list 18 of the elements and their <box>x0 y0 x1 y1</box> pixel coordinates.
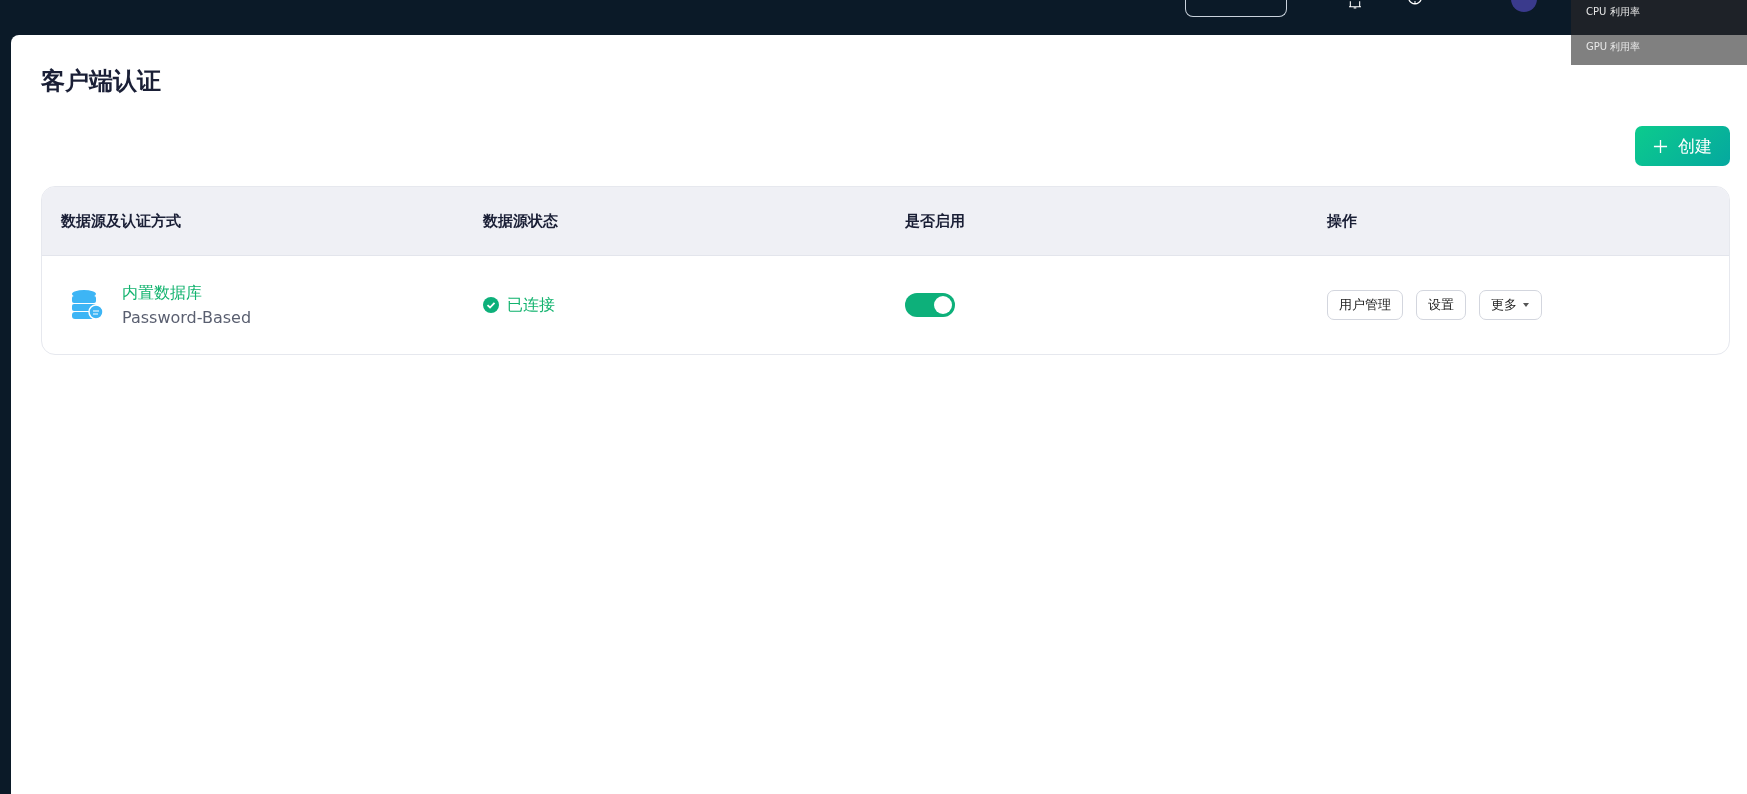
page-title: 客户端认证 <box>41 66 162 97</box>
auth-method: Password-Based <box>122 308 252 327</box>
column-header: 数据源及认证方式 <box>61 211 182 231</box>
more-dropdown-button[interactable]: 更多 <box>1479 290 1542 320</box>
caret-icon <box>1522 301 1530 309</box>
column-header: 数据源状态 <box>483 211 559 231</box>
cpu-usage-label: CPU 利用率 <box>1586 5 1640 19</box>
plus-icon <box>1653 138 1668 154</box>
column-header: 是否启用 <box>905 211 966 231</box>
database-icon <box>70 288 104 322</box>
action-button[interactable]: 用户管理 <box>1327 290 1403 320</box>
check-circle-icon <box>483 297 499 313</box>
action-button[interactable]: 设置 <box>1416 290 1466 320</box>
enable-toggle[interactable] <box>905 293 955 317</box>
status-label: 已连接 <box>507 294 555 316</box>
gpu-usage-label: GPU 利用率 <box>1586 40 1641 54</box>
column-header: 操作 <box>1327 211 1358 231</box>
upgrade-button[interactable] <box>1185 0 1287 17</box>
